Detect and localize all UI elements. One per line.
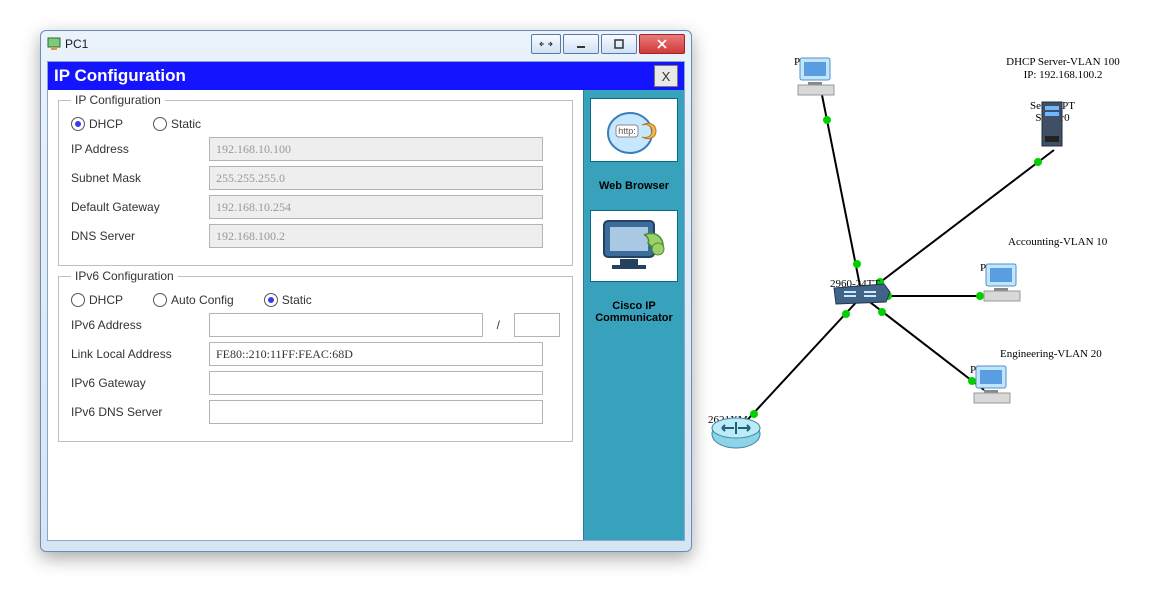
ipv6-legend: IPv6 Configuration bbox=[71, 269, 178, 283]
ipv6-dhcp-radio[interactable]: DHCP bbox=[71, 293, 123, 307]
ipv4-dhcp-radio[interactable]: DHCP bbox=[71, 117, 123, 131]
ipv6-address-input[interactable] bbox=[209, 313, 483, 337]
switch-icon bbox=[830, 278, 894, 308]
ipv6-dns-input[interactable] bbox=[209, 400, 543, 424]
pc-icon bbox=[794, 56, 838, 98]
device-pc1[interactable]: PC-PT PC1 bbox=[980, 262, 1010, 286]
ipv6-static-radio[interactable]: Static bbox=[264, 293, 312, 307]
dialog-close-button[interactable]: X bbox=[654, 65, 678, 87]
pc1-window: PC1 IP Configuration X bbox=[40, 30, 692, 552]
lla-label: Link Local Address bbox=[71, 347, 201, 361]
ipv4-legend: IP Configuration bbox=[71, 93, 165, 107]
dialog-header: IP Configuration X bbox=[48, 62, 684, 90]
gateway-label: Default Gateway bbox=[71, 200, 201, 214]
titlebar[interactable]: PC1 bbox=[41, 31, 691, 57]
ipv6-fieldset: IPv6 Configuration DHCP Auto Config Stat… bbox=[58, 276, 573, 442]
topology-canvas[interactable]: DHCP Server-VLAN 100 IP: 192.168.100.2 A… bbox=[694, 0, 1159, 600]
ipv6-auto-radio[interactable]: Auto Config bbox=[153, 293, 234, 307]
prefix-slash: / bbox=[491, 318, 506, 332]
device-sw1[interactable]: 2960-24TT SW1 bbox=[830, 278, 880, 302]
svg-text:http:: http: bbox=[618, 126, 636, 136]
web-browser-tile[interactable]: http: bbox=[590, 98, 678, 162]
dialog-frame: IP Configuration X IP Configuration DHCP… bbox=[47, 61, 685, 541]
device-r1[interactable]: 2621XM R1 bbox=[708, 414, 748, 438]
note-accounting: Accounting-VLAN 10 bbox=[1008, 236, 1107, 249]
lla-input[interactable] bbox=[209, 342, 543, 366]
pc-icon bbox=[970, 364, 1014, 406]
close-button[interactable] bbox=[639, 34, 685, 54]
window-title: PC1 bbox=[65, 37, 531, 51]
note-dhcp-server: DHCP Server-VLAN 100 IP: 192.168.100.2 bbox=[978, 56, 1148, 82]
dns-input[interactable] bbox=[209, 224, 543, 248]
maximize-button[interactable] bbox=[601, 34, 637, 54]
pc-icon bbox=[980, 262, 1024, 304]
subnet-label: Subnet Mask bbox=[71, 171, 201, 185]
note-engineering: Engineering-VLAN 20 bbox=[1000, 348, 1102, 361]
ipv6-prefix-input[interactable] bbox=[514, 313, 560, 337]
gateway-input[interactable] bbox=[209, 195, 543, 219]
device-server0[interactable]: Server-PT Server0 bbox=[1030, 100, 1075, 124]
ipv4-static-radio[interactable]: Static bbox=[153, 117, 201, 131]
ip-address-input[interactable] bbox=[209, 137, 543, 161]
ipv6-dns-label: IPv6 DNS Server bbox=[71, 405, 201, 419]
subnet-input[interactable] bbox=[209, 166, 543, 190]
device-pc4[interactable]: PC-PT PC4 bbox=[794, 56, 824, 80]
ip-communicator-label: Cisco IP Communicator bbox=[584, 298, 684, 326]
ipv6-address-label: IPv6 Address bbox=[71, 318, 201, 332]
ipv6-gw-input[interactable] bbox=[209, 371, 543, 395]
ip-communicator-tile[interactable] bbox=[590, 210, 678, 282]
topology-links bbox=[694, 0, 1159, 600]
app-side-pane: http: Web Browser Cisco IP Commu bbox=[583, 90, 684, 540]
ip-communicator-icon bbox=[598, 215, 670, 279]
dialog-title: IP Configuration bbox=[54, 66, 654, 86]
app-icon bbox=[47, 37, 61, 51]
dns-label: DNS Server bbox=[71, 229, 201, 243]
form-pane: IP Configuration DHCP Static IP Address … bbox=[48, 90, 583, 540]
web-browser-icon: http: bbox=[602, 103, 666, 159]
ip-address-label: IP Address bbox=[71, 142, 201, 156]
router-icon bbox=[708, 414, 764, 452]
minimize-button[interactable] bbox=[563, 34, 599, 54]
device-pc3[interactable]: PC-PT PC3 bbox=[970, 364, 1000, 388]
ipv6-gw-label: IPv6 Gateway bbox=[71, 376, 201, 390]
window-resize-button[interactable] bbox=[531, 34, 561, 54]
server-icon bbox=[1030, 100, 1074, 154]
ipv4-fieldset: IP Configuration DHCP Static IP Address … bbox=[58, 100, 573, 266]
web-browser-label: Web Browser bbox=[599, 178, 669, 194]
